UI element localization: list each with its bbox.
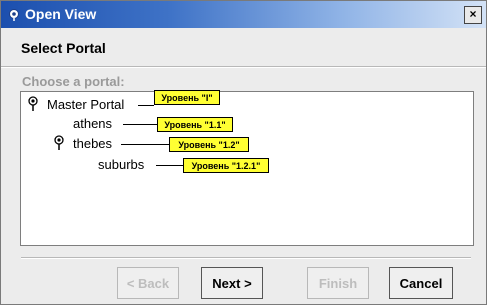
back-button[interactable]: < Back (117, 267, 179, 299)
level-callout-thebes: Уровень "1.2" (169, 137, 249, 152)
level-callout-suburbs: Уровень "1.2.1" (183, 158, 269, 173)
callout-connector (121, 144, 169, 145)
tree-node-suburbs[interactable]: suburbs (98, 157, 144, 172)
callout-connector (156, 165, 183, 166)
callout-connector (123, 124, 157, 125)
tree-node-thebes[interactable]: thebes (73, 136, 112, 151)
window-title: Open View (25, 6, 97, 22)
finish-button[interactable]: Finish (307, 267, 369, 299)
choose-portal-label: Choose a portal: (22, 74, 125, 89)
dialog-heading: Select Portal (21, 40, 106, 56)
portal-pin-icon (54, 135, 64, 150)
level-callout-athens: Уровень "1.1" (157, 117, 233, 132)
tree-node-master-portal[interactable]: Master Portal (47, 97, 124, 112)
level-callout-master: Уровень "I" (154, 90, 220, 105)
tree-node-athens[interactable]: athens (73, 116, 112, 131)
close-icon[interactable]: × (464, 6, 482, 24)
cancel-button[interactable]: Cancel (389, 267, 453, 299)
portal-pin-icon (9, 9, 19, 21)
portal-pin-icon (28, 96, 38, 111)
title-bar[interactable]: Open View × (1, 1, 486, 28)
portal-tree[interactable]: Master Portal Уровень "I" athens Уровень… (20, 90, 474, 246)
header-divider (1, 66, 486, 68)
next-button[interactable]: Next > (201, 267, 263, 299)
open-view-dialog: Open View × Select Portal Choose a porta… (0, 0, 487, 305)
button-divider (21, 257, 471, 259)
callout-connector (138, 105, 154, 106)
